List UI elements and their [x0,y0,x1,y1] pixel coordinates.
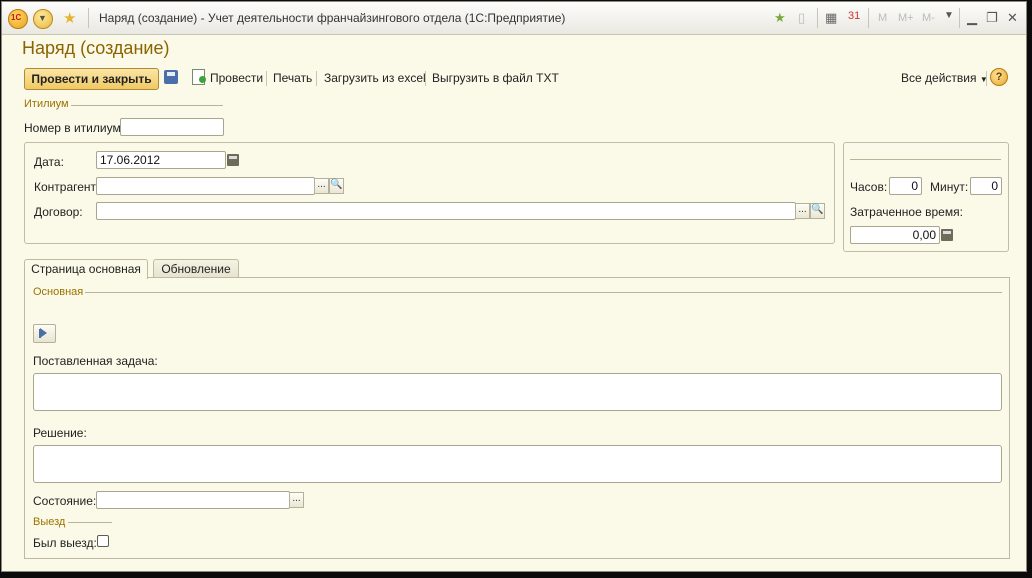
divider [817,8,818,28]
calculator-icon [941,229,953,241]
divider [88,8,89,28]
app-window: 1С ▼ ★ Наряд (создание) - Учет деятельно… [1,1,1027,572]
memory-m-button[interactable]: M [878,12,887,24]
main-menu-icon[interactable]: ▼ [33,9,53,29]
group-divider [68,522,112,523]
counterparty-search-icon[interactable]: 🔍 [329,178,344,194]
group-divider [71,105,223,106]
group-divider [850,159,1001,160]
close-icon[interactable]: ✕ [1007,10,1018,26]
calendar-icon[interactable]: 31 [848,10,860,22]
counterparty-select-button[interactable]: ... [314,178,329,194]
divider [868,8,869,28]
add-favorite-icon[interactable]: ★ [774,10,786,26]
contract-select-button[interactable]: ... [795,203,810,219]
post-button[interactable]: Провести [210,71,263,85]
main-group-title: Основная [33,286,84,298]
group-divider [85,292,1002,293]
date-label: Дата: [34,155,64,169]
calendar-picker-button[interactable] [225,152,240,168]
task-label: Поставленная задача: [33,354,158,368]
memory-minus-button[interactable]: M- [922,12,935,24]
divider [959,8,960,28]
calculator-button[interactable] [939,227,954,243]
memory-plus-button[interactable]: M+ [898,12,914,24]
state-label: Состояние: [33,494,97,508]
itilium-group-title: Итилиум [24,98,69,110]
help-icon[interactable]: ? [990,68,1008,86]
state-select-button[interactable]: ... [289,492,304,508]
chevron-down-icon: ▼ [38,13,47,23]
command-bar: Провести и закрыть Провести Печать Загру… [24,68,1008,90]
contract-label: Договор: [34,205,83,219]
task-textarea[interactable] [33,373,1002,411]
counterparty-label: Контрагент: [34,180,100,194]
document-icon[interactable]: ▯ [798,10,805,26]
counterparty-input[interactable] [96,177,315,195]
all-actions-label: Все действия [901,71,977,85]
solution-label: Решение: [33,426,87,440]
itilium-number-input[interactable] [120,118,224,136]
restore-icon[interactable]: ❐ [986,10,998,26]
window-title: Наряд (создание) - Учет деятельности фра… [99,11,566,25]
print-button[interactable]: Печать [273,71,312,85]
export-txt-button[interactable]: Выгрузить в файл TXT [432,71,559,85]
minutes-label: Минут: [930,180,969,194]
logo-text: 1С [11,13,22,22]
tab-main[interactable]: Страница основная [24,259,148,279]
spent-time-input[interactable]: 0,00 [850,226,940,244]
expand-panel-button[interactable] [33,324,56,343]
minimize-icon[interactable]: ▁ [967,10,977,26]
divider [425,71,426,86]
trip-group-title: Выезд [33,516,66,528]
spent-time-label: Затраченное время: [850,205,963,219]
chevron-down-icon[interactable]: ▼ [944,10,954,21]
1c-logo-icon[interactable]: 1С [8,9,28,29]
save-icon[interactable] [164,70,178,84]
trip-label: Был выезд: [33,536,97,550]
hours-label: Часов: [850,180,888,194]
form-title: Наряд (создание) [22,38,170,58]
itilium-number-label: Номер в итилиум: [24,121,125,135]
load-excel-button[interactable]: Загрузить из excel [324,71,426,85]
tab-content [24,277,1010,559]
post-and-close-button[interactable]: Провести и закрыть [24,68,159,90]
contract-input[interactable] [96,202,796,220]
state-input[interactable] [96,491,290,509]
all-actions-menu[interactable]: Все действия ▼ [901,71,988,85]
contract-search-icon[interactable]: 🔍 [810,203,825,219]
hours-input[interactable]: 0 [889,177,922,195]
solution-textarea[interactable] [33,445,1002,483]
tab-update[interactable]: Обновление [153,259,239,278]
post-document-icon[interactable] [192,69,206,85]
calendar-icon [227,154,239,166]
favorites-star-icon[interactable]: ★ [63,9,76,27]
minutes-input[interactable]: 0 [970,177,1002,195]
date-input[interactable]: 17.06.2012 [96,151,226,169]
calculator-icon[interactable]: ▦ [825,10,837,26]
divider [266,71,267,86]
trip-checkbox[interactable] [97,535,109,547]
divider [986,71,987,86]
title-bar: 1С ▼ ★ Наряд (создание) - Учет деятельно… [2,2,1026,35]
arrow-right-icon [40,328,47,338]
divider [316,71,317,86]
